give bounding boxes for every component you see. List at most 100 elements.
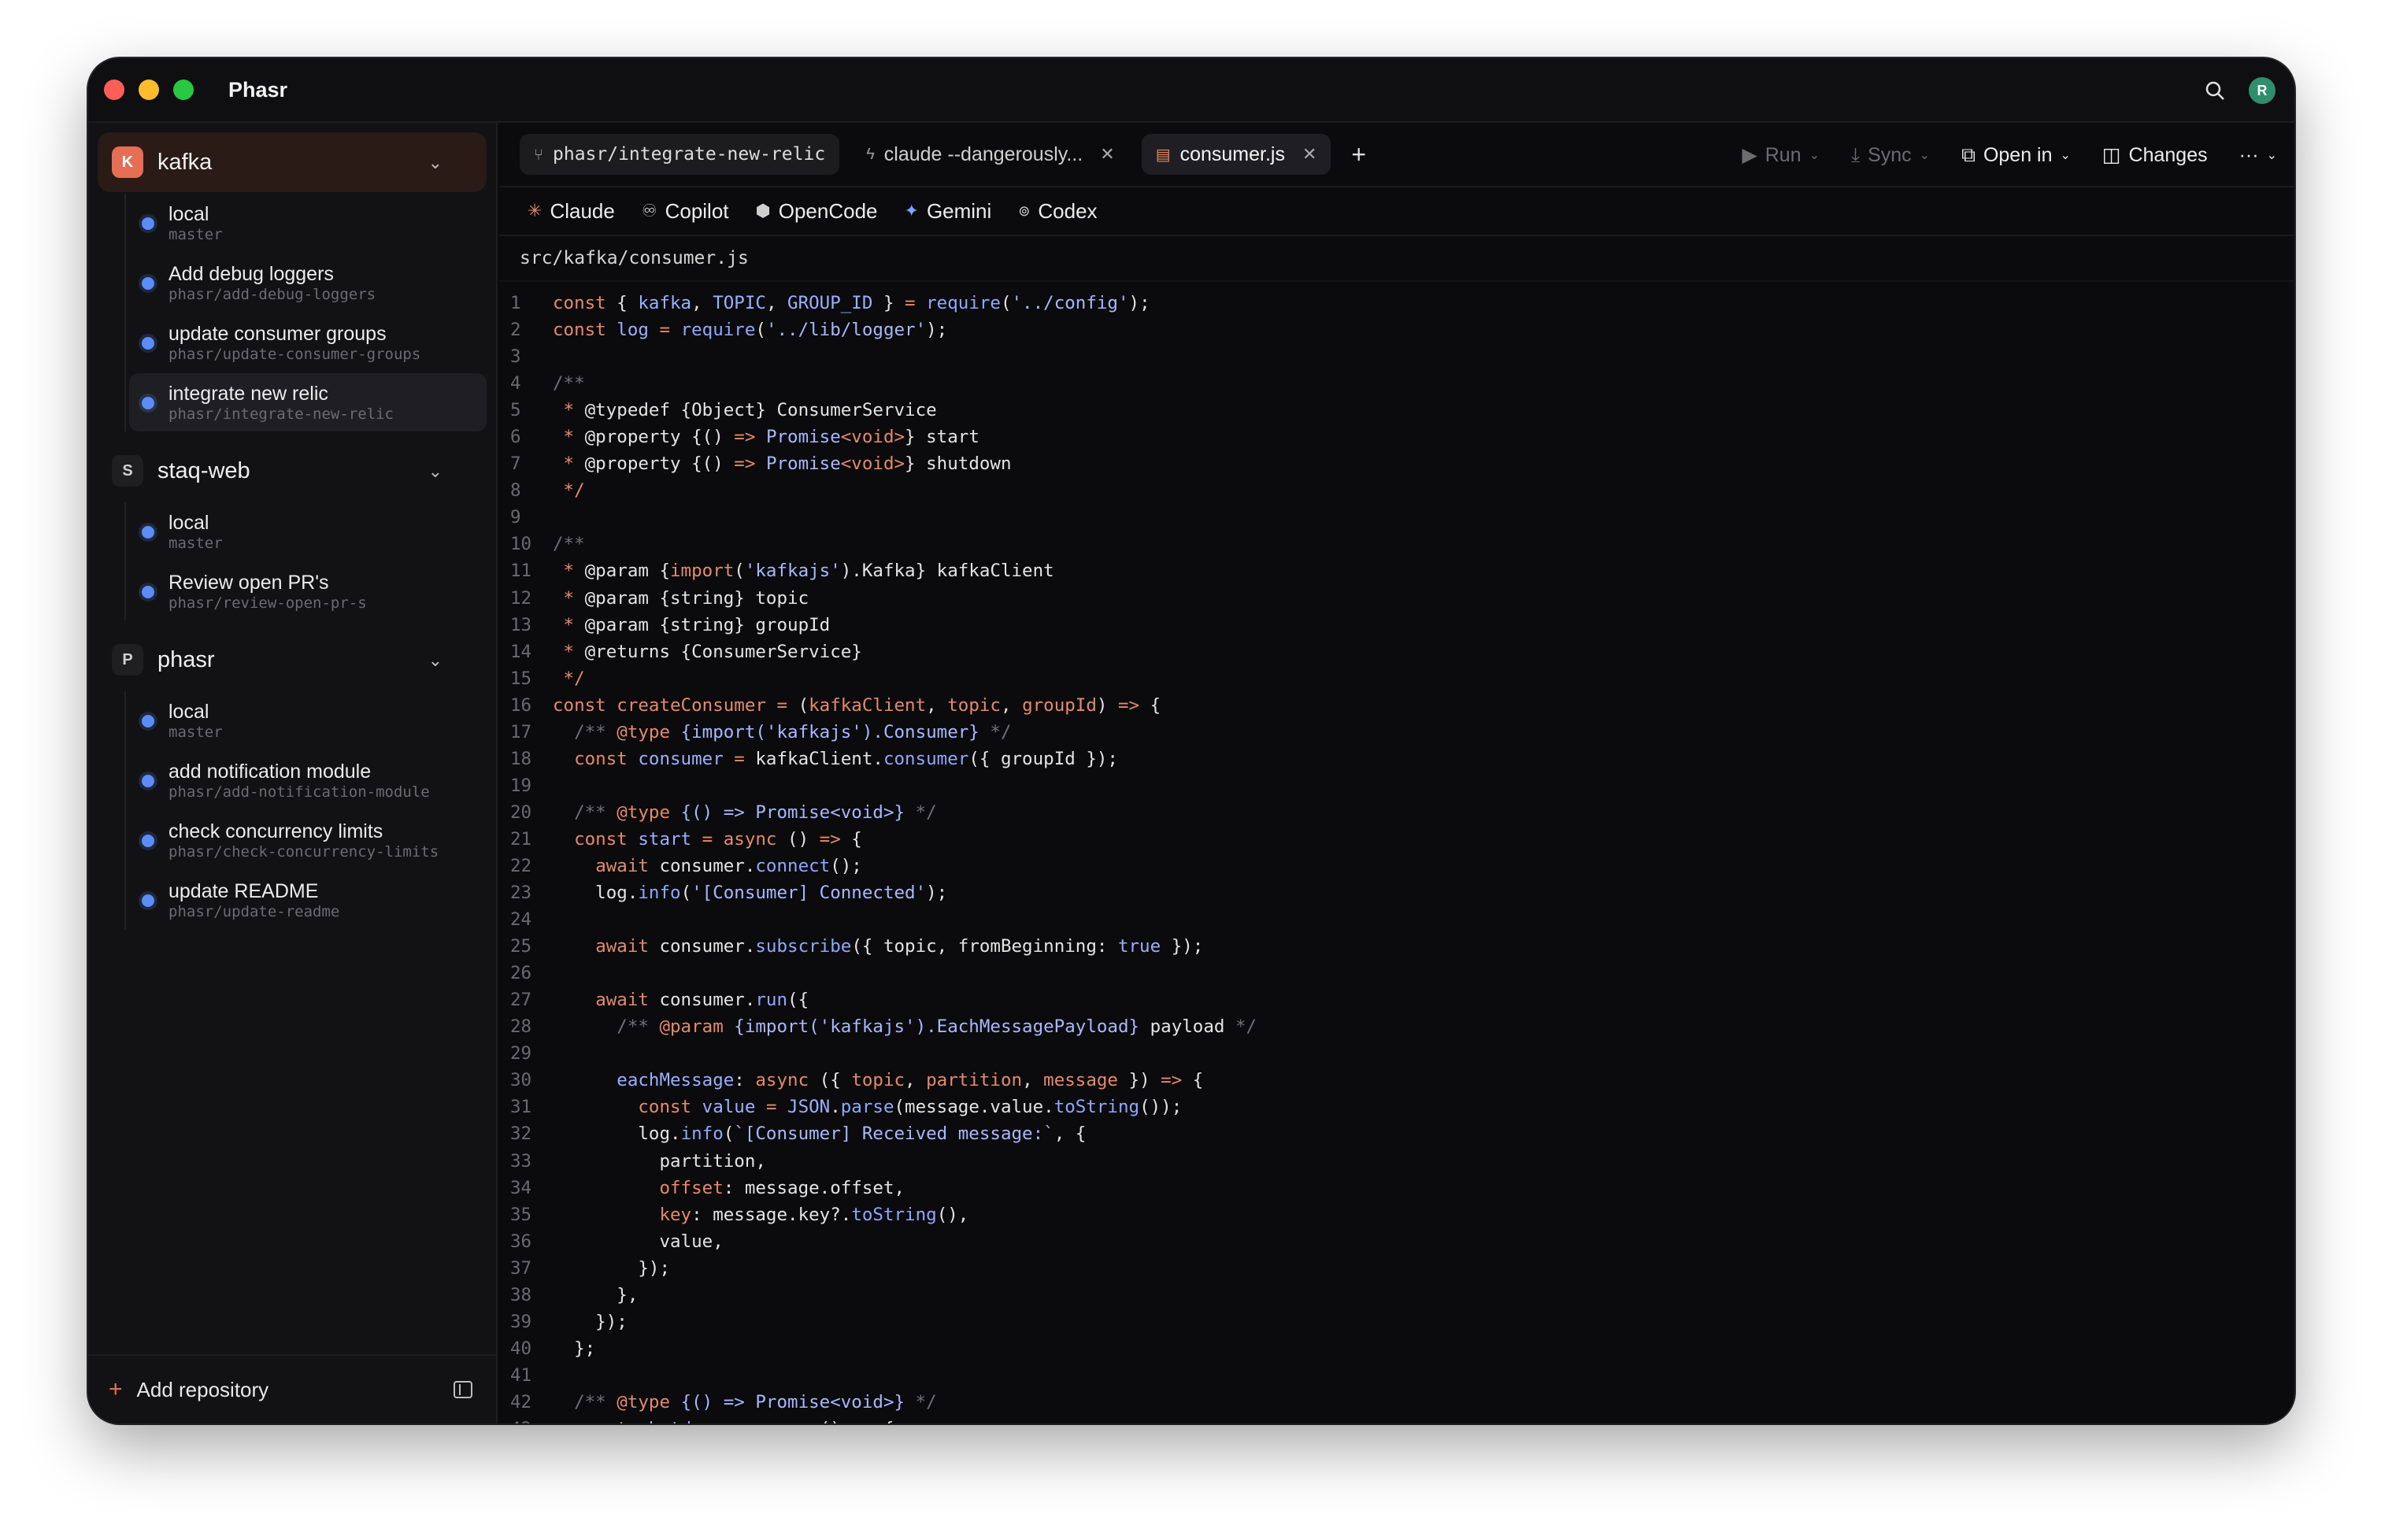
copilot-icon: ♾ xyxy=(641,201,657,220)
branch-item[interactable]: update README phasr/update-readme xyxy=(129,871,487,929)
agent-label: Gemini xyxy=(926,198,992,223)
agent-copilot[interactable]: ♾ Copilot xyxy=(642,199,729,224)
file-path: src/kafka/consumer.js xyxy=(499,236,2294,282)
status-dot-icon xyxy=(142,835,154,847)
branch-name: master xyxy=(168,534,223,552)
repo-name: kafka xyxy=(157,149,213,175)
status-dot-icon xyxy=(142,337,154,350)
agent-claude[interactable]: ✳ Claude xyxy=(528,199,615,224)
agent-codex[interactable]: ⊚ Codex xyxy=(1018,199,1097,224)
chevron-down-icon: ⌄ xyxy=(2266,149,2277,162)
tab-label: consumer.js xyxy=(1179,143,1285,165)
chevron-down-icon[interactable]: ⌄ xyxy=(428,461,443,482)
sync-label: Sync xyxy=(1868,143,1912,166)
branch-item[interactable]: local master xyxy=(129,691,487,750)
agent-gemini[interactable]: ✦ Gemini xyxy=(905,199,992,224)
branch-title: integrate new relic xyxy=(168,382,328,405)
branch-title: update README xyxy=(168,879,319,902)
repo-badge: S xyxy=(112,455,143,487)
repo-name: staq-web xyxy=(157,457,250,483)
open-in-label: Open in xyxy=(1983,143,2053,166)
plus-icon: + xyxy=(109,1376,123,1402)
app-window: Phasr R K kafka ⌄ local master Add debug … xyxy=(88,58,2294,1423)
sidebar: K kafka ⌄ local master Add debug loggers p… xyxy=(88,123,498,1423)
traffic-lights xyxy=(104,80,194,100)
branch-item-active[interactable]: integrate new relic phasr/integrate-new-r… xyxy=(129,373,487,431)
title-bar: Phasr R xyxy=(88,58,2294,123)
branch-item[interactable]: local master xyxy=(129,502,487,561)
collapse-sidebar-icon[interactable] xyxy=(454,1381,472,1398)
agent-label: OpenCode xyxy=(778,198,878,223)
search-icon[interactable] xyxy=(2205,80,2225,101)
close-window-button[interactable] xyxy=(104,80,124,100)
open-in-button[interactable]: ⧉ Open in ⌄ xyxy=(1961,144,2071,167)
status-dot-icon xyxy=(142,217,154,230)
branch-title: Add debug loggers xyxy=(168,262,334,285)
repo-badge: K xyxy=(112,146,143,178)
branch-name: phasr/check-concurrency-limits xyxy=(168,842,439,861)
branch-list-phasr: local master add notification module phasr… xyxy=(124,691,487,929)
branch-name: phasr/update-readme xyxy=(168,902,340,920)
codex-icon: ⊚ xyxy=(1018,202,1031,219)
tab-branch[interactable]: ⑂ phasr/integrate-new-relic xyxy=(520,134,840,175)
main-panel: ⑂ phasr/integrate-new-relic ϟ claude --dan… xyxy=(499,123,2294,1423)
repo-staq-web[interactable]: S staq-web ⌄ xyxy=(98,441,487,501)
tab-bar: ⑂ phasr/integrate-new-relic ϟ claude --dan… xyxy=(499,123,2294,187)
user-avatar[interactable]: R xyxy=(2249,77,2275,104)
download-icon: ⤓ xyxy=(1851,143,1861,166)
changes-button[interactable]: ◫ Changes xyxy=(2102,143,2208,167)
tab-label: claude --dangerously... xyxy=(883,143,1083,165)
repo-kafka[interactable]: K kafka ⌄ xyxy=(98,132,487,192)
chevron-down-icon[interactable]: ⌄ xyxy=(428,153,443,173)
branch-item[interactable]: Review open PR's phasr/review-open-pr-s xyxy=(129,562,487,620)
repo-phasr[interactable]: P phasr ⌄ xyxy=(98,630,487,690)
branch-name: phasr/add-debug-loggers xyxy=(168,285,376,303)
claude-icon: ✳ xyxy=(528,201,542,220)
chevron-down-icon: ⌄ xyxy=(1809,149,1820,162)
status-dot-icon xyxy=(142,526,154,539)
branch-title: Review open PR's xyxy=(168,571,329,594)
close-icon[interactable]: ✕ xyxy=(1302,144,1316,165)
panel-icon: ◫ xyxy=(2101,144,2121,166)
status-dot-icon xyxy=(142,397,154,409)
branch-item[interactable]: check concurrency limits phasr/check-conc… xyxy=(129,811,487,869)
minimize-window-button[interactable] xyxy=(139,80,159,100)
branch-title: check concurrency limits xyxy=(168,820,383,842)
status-dot-icon xyxy=(142,775,154,787)
chevron-down-icon: ⌄ xyxy=(1919,149,1931,162)
status-dot-icon xyxy=(142,715,154,727)
tab-file[interactable]: ▤ consumer.js ✕ xyxy=(1141,134,1331,175)
bolt-icon: ϟ xyxy=(866,145,875,163)
more-menu-button[interactable]: ··· ⌄ xyxy=(2239,144,2277,167)
add-repository-button[interactable]: + Add repository xyxy=(88,1354,496,1423)
run-button[interactable]: ▶ Run ⌄ xyxy=(1742,143,1820,167)
branch-list-staq-web: local master Review open PR's phasr/review… xyxy=(124,502,487,620)
tab-label: phasr/integrate-new-relic xyxy=(553,144,826,165)
chevron-down-icon[interactable]: ⌄ xyxy=(428,650,443,671)
agent-label: Codex xyxy=(1038,198,1098,223)
sync-button[interactable]: ⤓ Sync ⌄ xyxy=(1851,144,1930,167)
cube-icon: ⬢ xyxy=(755,201,771,220)
status-dot-icon xyxy=(142,894,154,907)
zoom-window-button[interactable] xyxy=(173,80,194,100)
app-title: Phasr xyxy=(228,77,288,102)
ellipsis-icon: ··· xyxy=(2238,143,2259,166)
close-icon[interactable]: ✕ xyxy=(1100,144,1114,165)
agent-label: Claude xyxy=(550,198,615,223)
status-dot-icon xyxy=(142,586,154,598)
code-editor[interactable]: 1 const { kafka, TOPIC, GROUP_ID } = requ… xyxy=(499,282,2294,1423)
tab-terminal[interactable]: ϟ claude --dangerously... ✕ xyxy=(852,134,1129,175)
play-icon: ▶ xyxy=(1742,144,1757,166)
branch-list-kafka: local master Add debug loggers phasr/add-d… xyxy=(124,194,487,431)
branch-item[interactable]: add notification module phasr/add-notific… xyxy=(129,751,487,809)
branch-name: master xyxy=(168,723,223,741)
agent-opencode[interactable]: ⬢ OpenCode xyxy=(756,199,878,224)
branch-name: phasr/add-notification-module xyxy=(168,783,430,801)
add-tab-button[interactable]: + xyxy=(1351,140,1366,169)
branch-name: phasr/review-open-pr-s xyxy=(168,594,367,612)
branch-item[interactable]: local master xyxy=(129,194,487,252)
branch-item[interactable]: update consumer groups phasr/update-consu… xyxy=(129,313,487,372)
branch-item[interactable]: Add debug loggers phasr/add-debug-loggers xyxy=(129,254,487,312)
git-branch-icon: ⑂ xyxy=(534,145,543,164)
toolbar: ▶ Run ⌄ ⤓ Sync ⌄ ⧉ Open in ⌄ ◫ Changes ··· ⌄ xyxy=(1742,123,2278,187)
